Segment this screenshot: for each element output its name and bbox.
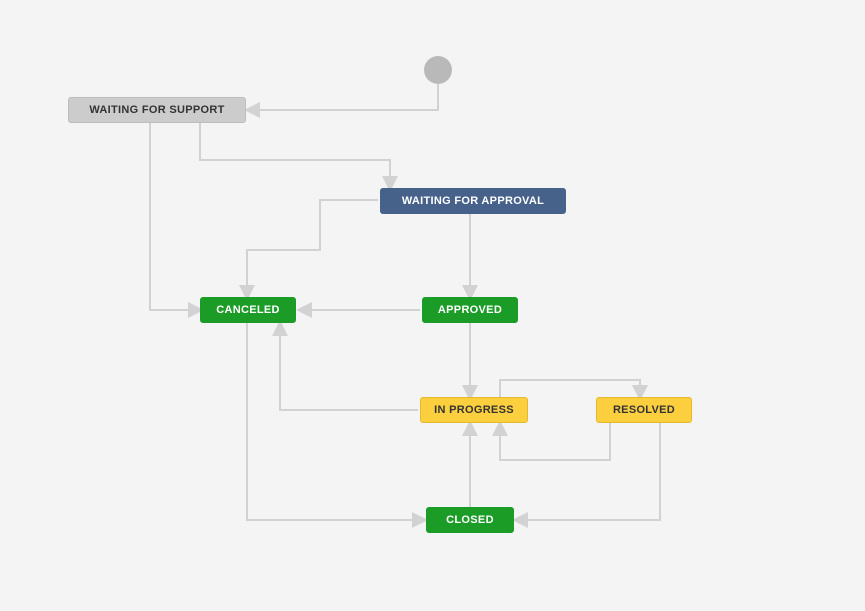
- state-canceled[interactable]: CANCELED: [200, 297, 296, 323]
- state-approved[interactable]: APPROVED: [422, 297, 518, 323]
- state-label: WAITING FOR SUPPORT: [89, 104, 224, 116]
- state-in-progress[interactable]: IN PROGRESS: [420, 397, 528, 423]
- state-label: RESOLVED: [613, 404, 675, 416]
- state-resolved[interactable]: RESOLVED: [596, 397, 692, 423]
- state-label: CLOSED: [446, 514, 494, 526]
- state-label: WAITING FOR APPROVAL: [402, 195, 544, 207]
- state-waiting-for-support[interactable]: WAITING FOR SUPPORT: [68, 97, 246, 123]
- state-label: IN PROGRESS: [434, 404, 514, 416]
- state-waiting-for-approval[interactable]: WAITING FOR APPROVAL: [380, 188, 566, 214]
- workflow-canvas: WAITING FOR SUPPORT WAITING FOR APPROVAL…: [0, 0, 865, 611]
- state-label: APPROVED: [438, 304, 502, 316]
- state-label: CANCELED: [216, 304, 280, 316]
- state-closed[interactable]: CLOSED: [426, 507, 514, 533]
- start-node: [424, 56, 452, 84]
